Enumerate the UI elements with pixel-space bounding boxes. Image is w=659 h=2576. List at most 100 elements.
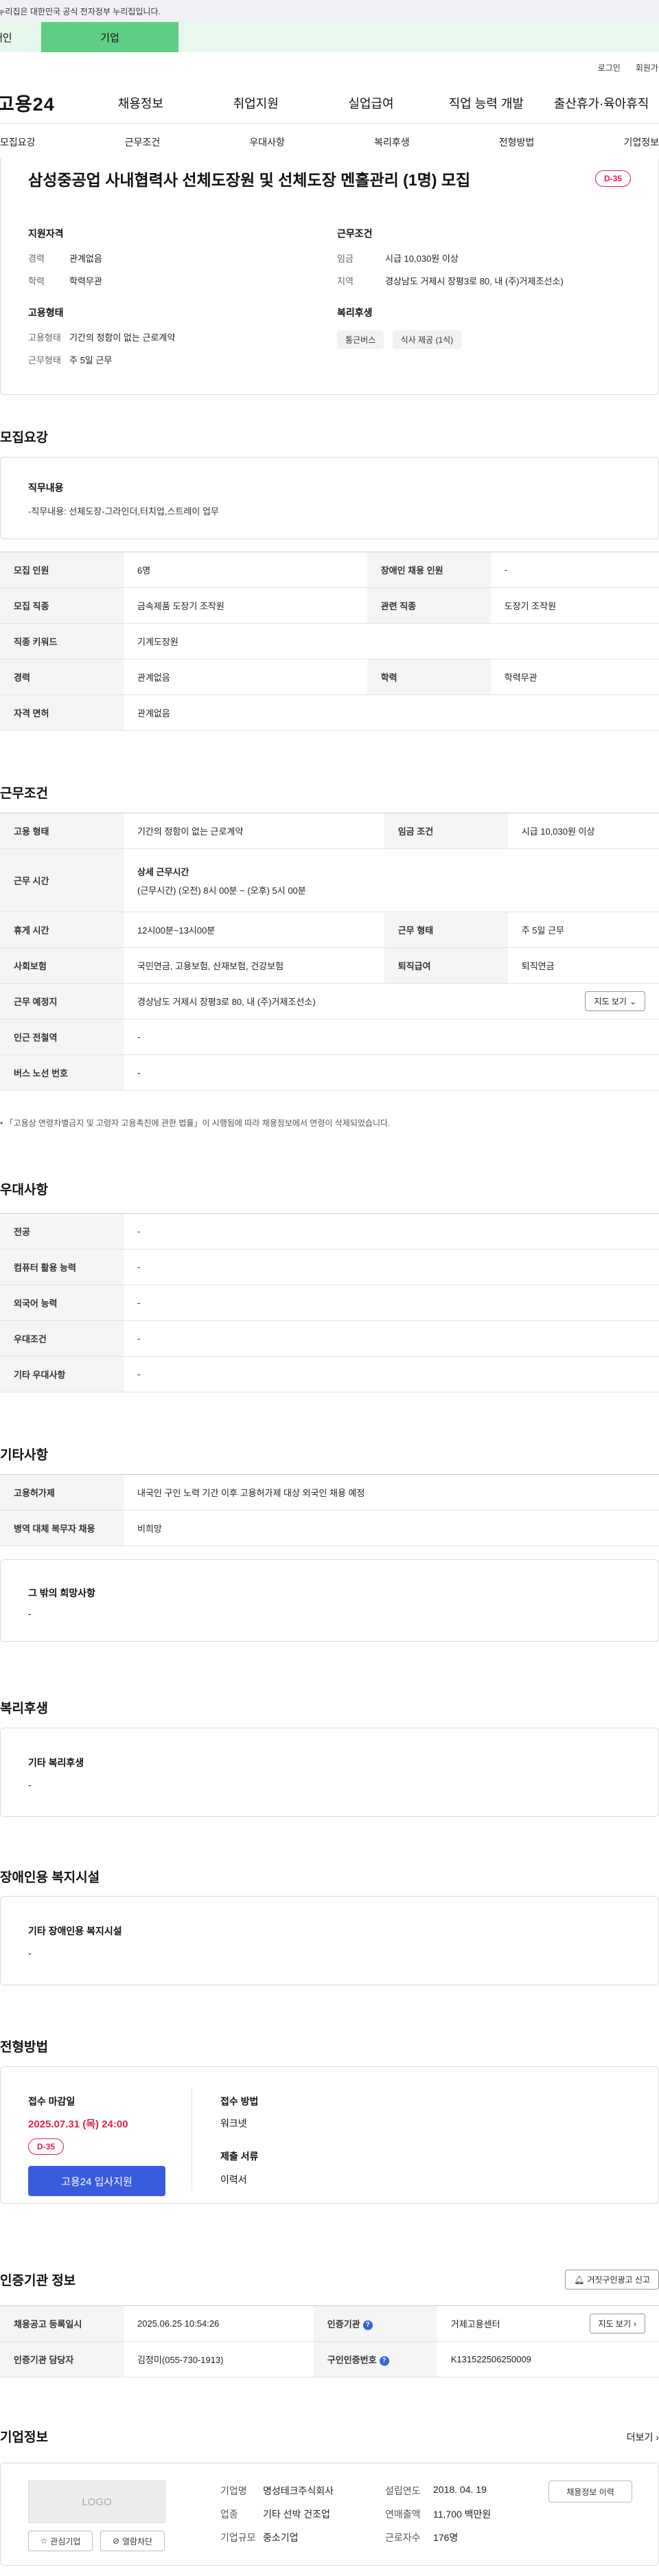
recruit-heading: 모집요강 (0, 431, 48, 445)
table-row: 채용공고 등록일시 2025.06.25 10:54:26 인증기관? 거제고용센터 지… (0, 2305, 659, 2342)
table-header-cell: 임금 조건 (384, 813, 508, 849)
anchor-company[interactable]: 기업정보 (623, 135, 659, 149)
emp-type-value: 기간의 정함이 없는 근로계약 (69, 332, 176, 343)
company-box: LOGO ☆ 관심기업 ⊘ 열람차단 기업명 명성테크주식회사 설립연도 2018. 0… (0, 2463, 659, 2566)
etc-heading: 기타사항 (0, 1448, 48, 1462)
benefit-box: 기타 복리후생 - (0, 1728, 659, 1817)
field-row: 학력 학력무관 (28, 274, 303, 287)
info-icon[interactable]: ? (379, 2355, 389, 2366)
table-cell: 내국인 구인 노력 기간 이후 고용허가제 대상 외국인 채용 예정 (124, 1474, 659, 1511)
work-location: 경상남도 거제시 장평3로 80, 내 (주)거제조선소) (137, 997, 316, 1007)
table-row: 우대조건 - (0, 1320, 659, 1357)
table-header-cell: 인증기관 담당자 (0, 2341, 124, 2377)
table-header-cell: 장애인 채용 인원 (367, 552, 491, 588)
table-row: 고용 형태 기간의 정함이 없는 근로계약 임금 조건 시급 10,030원 이상 (0, 813, 659, 849)
anchor-work[interactable]: 근무조건 (125, 135, 161, 149)
welfare-heading: 복리후생 (337, 307, 373, 318)
join-link[interactable]: 회원가입 (636, 62, 659, 74)
docs-value: 이력서 (220, 2174, 247, 2185)
table-header-cell: 근무 형태 (384, 912, 508, 948)
emp-heading: 고용형태 (28, 307, 64, 318)
table-header-cell: 전공 (0, 1213, 124, 1250)
table-cell: 6명 (124, 552, 367, 588)
company-field-value: 기타 선박 건조업 (263, 2509, 330, 2520)
career-value: 관계없음 (69, 253, 102, 264)
field-row: 근무형태 주 5일 근무 (28, 353, 303, 366)
cert-heading: 인증기관 정보 (0, 2274, 76, 2288)
company-info: 기업명 명성테크주식회사 설립연도 2018. 04. 19 업종 기타 선박 건조업… (220, 2484, 509, 2554)
bell-icon: 🔔︎ (574, 2274, 585, 2285)
table-header-cell: 기타 우대사항 (0, 1356, 124, 1392)
method-label: 접수 방법 (220, 2096, 259, 2107)
tab-company[interactable]: 기업 (41, 22, 178, 52)
anchor-process[interactable]: 전형방법 (499, 135, 535, 149)
welfare-block: 복리후생 통근버스 식사 제공 (1식) (337, 306, 639, 349)
hiring-history-button[interactable]: 채용정보 이력 (548, 2481, 632, 2502)
table-cell: 기계도장원 (124, 623, 659, 659)
gnb-item-unemployment[interactable]: 실업급여 (314, 94, 429, 112)
work-type-value: 주 5일 근무 (69, 355, 113, 365)
anchor-pref[interactable]: 우대사항 (249, 135, 285, 149)
table-row: 컴퓨터 활용 능력 - (0, 1249, 659, 1285)
field-row: 근로자수 176명 (385, 2531, 458, 2554)
region-value: 경상남도 거제시 장평3로 80, 내 (주)거제조선소) (385, 276, 564, 286)
info-icon[interactable]: ? (362, 2320, 373, 2330)
field-row: 고용형태 기간의 정함이 없는 근로계약 (28, 330, 303, 343)
table-cell: K131522506250009 (437, 2341, 659, 2377)
cert-map-button[interactable]: 지도 보기 › (589, 2314, 645, 2334)
anchor-recruit[interactable]: 모집요강 (0, 135, 36, 149)
wage-value: 시급 10,030원 이상 (385, 253, 459, 264)
company-field-label: 연매출액 (385, 2509, 421, 2520)
company-more-link[interactable]: 더보기 › (627, 2430, 659, 2444)
tabs-fill (178, 22, 659, 52)
table-cell: - (490, 552, 659, 588)
edu-value: 학력무관 (69, 276, 102, 286)
table-cell: - (124, 1320, 659, 1357)
company-field-label: 근로자수 (385, 2532, 421, 2543)
company-field-value: 중소기업 (263, 2532, 299, 2543)
disabled-box-label: 기타 장애인용 복지시설 (28, 1925, 122, 1936)
table-cell: 퇴직연금 (507, 947, 659, 984)
recruit-table: 모집 인원 6명 장애인 채용 인원 - 모집 직종 금속제품 도장기 조작원 관련 직종… (0, 552, 659, 731)
table-cell: - (124, 1285, 659, 1321)
table-row: 모집 인원 6명 장애인 채용 인원 - (0, 552, 659, 588)
table-cell: - (124, 1213, 659, 1250)
star-icon: ☆ (40, 2536, 48, 2546)
company-field-value: 176명 (433, 2532, 459, 2543)
global-nav: 고용24 채용정보 취업지원 실업급여 직업 능력 개발 출산휴가·육아휴직 (0, 82, 659, 124)
table-cell: 관계없음 (124, 659, 367, 695)
wage-label: 임금 (337, 253, 354, 264)
table-row: 모집 직종 금속제품 도장기 조작원 관련 직종 도장기 조작원 (0, 587, 659, 624)
table-header-cell: 경력 (0, 659, 124, 695)
block-view-button[interactable]: ⊘ 열람차단 (100, 2531, 165, 2551)
favorite-company-button[interactable]: ☆ 관심기업 (28, 2531, 93, 2551)
pref-heading: 우대사항 (0, 1183, 48, 1197)
table-header-cell: 퇴직급여 (384, 947, 508, 984)
benefit-box-label: 기타 복리후생 (28, 1757, 84, 1768)
login-link[interactable]: 로그인 (598, 62, 621, 74)
chevron-right-icon: › (634, 2318, 636, 2329)
table-cell: 2025.06.25 10:54:26 (124, 2305, 314, 2342)
apply-button[interactable]: 고용24 입사지원 (28, 2166, 165, 2196)
table-cell: 국민연금, 고용보험, 산재보험, 건강보험 (124, 947, 384, 984)
etc-box-value: - (28, 1608, 32, 1619)
cond-heading: 근무조건 (337, 228, 373, 239)
gnb-item-jobs[interactable]: 채용정보 (83, 94, 198, 112)
anchor-benefit[interactable]: 복리후생 (374, 135, 410, 149)
etc-box: 그 밖의 희망사항 - (0, 1559, 659, 1642)
gnb-item-parental-leave[interactable]: 출산휴가·육아휴직 (544, 94, 659, 112)
report-fake-ad-button[interactable]: 🔔︎ 거짓구인광고 신고 (565, 2270, 659, 2290)
cond-block: 근무조건 임금 시급 10,030원 이상 지역 경상남도 거제시 장평3로 80,… (337, 227, 639, 297)
gnb-item-training[interactable]: 직업 능력 개발 (428, 94, 544, 112)
table-cell: 도장기 조작원 (490, 587, 659, 624)
anchor-nav: 모집요강 근무조건 우대사항 복리후생 전형방법 기업정보 (0, 124, 659, 161)
table-cell: 상세 근무시간 (근무시간) (오전) 8시 00분 ~ (오후) 5시 00분 (124, 848, 659, 912)
table-cell: 학력무관 (490, 659, 659, 695)
site-logo[interactable]: 고용24 (0, 89, 83, 116)
map-button[interactable]: 지도 보기 ⌄ (585, 991, 645, 1011)
table-row: 전공 - (0, 1213, 659, 1250)
table-row: 인증기관 담당자 김정미(055-730-1913) 구인인증번호? K1315225… (0, 2341, 659, 2377)
gnb-item-employment-support[interactable]: 취업지원 (198, 94, 314, 112)
tab-individual[interactable]: 개인 (0, 22, 41, 52)
duty-label: 직무내용 (28, 482, 64, 493)
